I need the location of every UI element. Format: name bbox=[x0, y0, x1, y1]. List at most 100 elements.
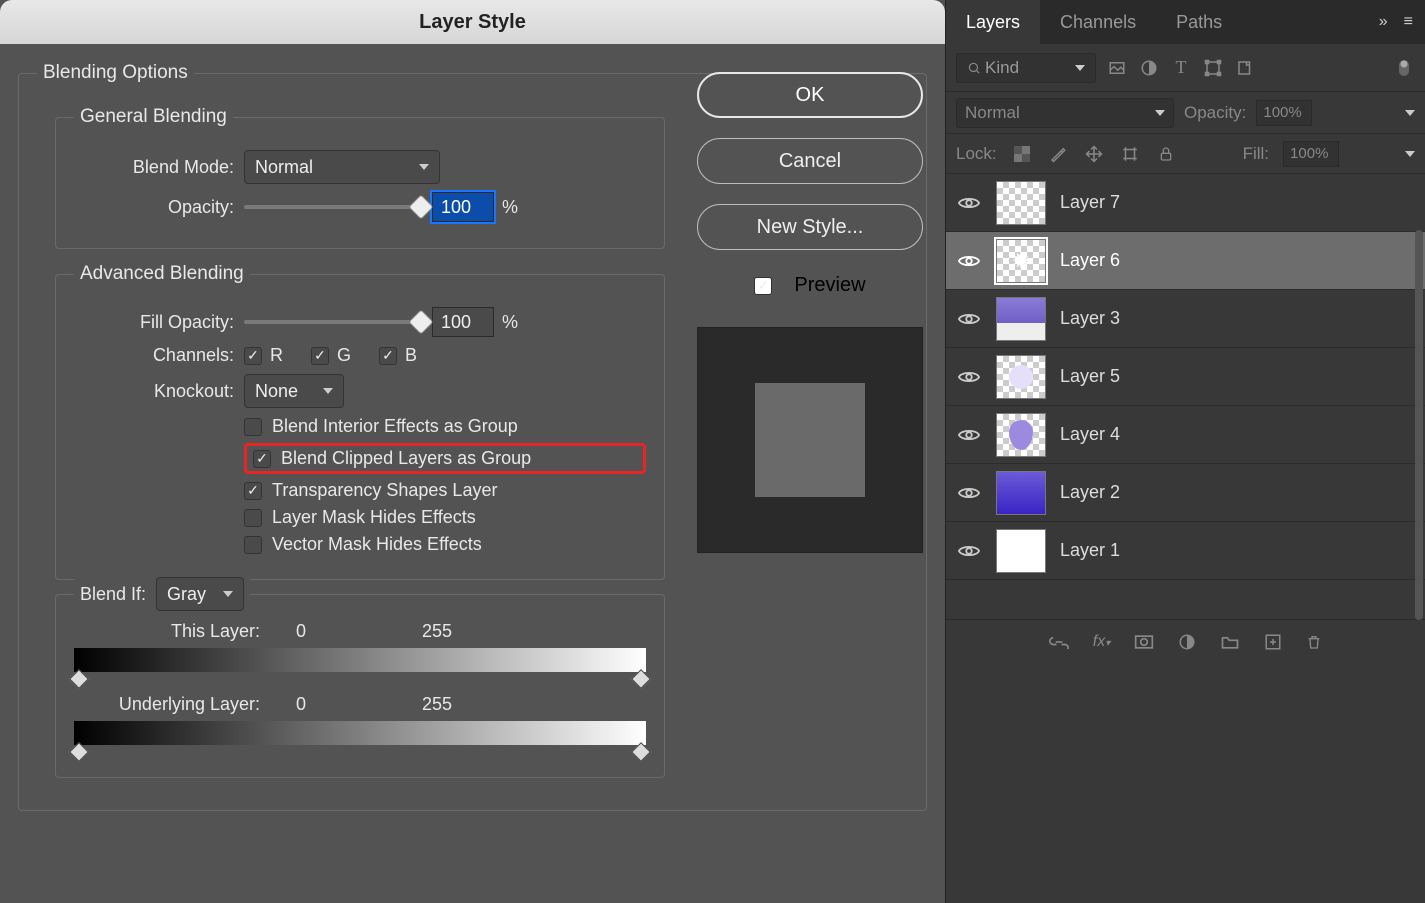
blend-mode-value: Normal bbox=[255, 157, 313, 178]
visibility-icon[interactable] bbox=[956, 538, 982, 564]
fill-opacity-label: Fill Opacity: bbox=[74, 312, 244, 333]
vector-mask-hides-checkbox[interactable] bbox=[244, 536, 262, 554]
blend-clipped-checkbox[interactable] bbox=[253, 450, 271, 468]
add-mask-icon[interactable] bbox=[1134, 634, 1154, 650]
underlying-black: 0 bbox=[296, 694, 306, 715]
channel-g-checkbox[interactable] bbox=[311, 347, 329, 365]
advanced-blending-group: Advanced Blending Fill Opacity: % Channe… bbox=[55, 263, 665, 580]
chevron-down-icon[interactable] bbox=[1405, 110, 1415, 116]
opacity-label: Opacity: bbox=[74, 197, 244, 218]
layer-thumbnail[interactable] bbox=[996, 413, 1046, 457]
new-style-button[interactable]: New Style... bbox=[697, 204, 923, 250]
channel-b-label: B bbox=[405, 345, 417, 366]
opacity-input[interactable] bbox=[432, 192, 494, 222]
filter-pixel-icon[interactable] bbox=[1106, 57, 1128, 79]
this-layer-gradient[interactable] bbox=[74, 648, 646, 672]
layer-thumbnail[interactable] bbox=[996, 529, 1046, 573]
knockout-select[interactable]: None bbox=[244, 374, 344, 408]
layer-thumbnail[interactable] bbox=[996, 297, 1046, 341]
new-layer-icon[interactable] bbox=[1264, 633, 1282, 651]
layer-thumbnail[interactable] bbox=[996, 471, 1046, 515]
layer-style-dialog: Layer Style Blending Options General Ble… bbox=[0, 0, 945, 903]
visibility-icon[interactable] bbox=[956, 306, 982, 332]
opacity-slider[interactable] bbox=[244, 201, 424, 213]
filter-adjustment-icon[interactable] bbox=[1138, 57, 1160, 79]
highlighted-option: Blend Clipped Layers as Group bbox=[244, 443, 646, 474]
layer-blend-mode-select[interactable]: Normal bbox=[956, 98, 1174, 128]
vector-mask-hides-label: Vector Mask Hides Effects bbox=[272, 534, 482, 555]
layer-effects-icon[interactable]: fx▾ bbox=[1093, 633, 1110, 651]
new-adjustment-icon[interactable] bbox=[1178, 633, 1196, 651]
filter-toggle-icon[interactable] bbox=[1393, 57, 1415, 79]
panel-menu-icon[interactable]: ≡ bbox=[1404, 13, 1413, 31]
layers-scrollbar[interactable] bbox=[1415, 230, 1423, 620]
blend-interior-checkbox[interactable] bbox=[244, 418, 262, 436]
layer-name: Layer 2 bbox=[1060, 482, 1120, 503]
blend-mode-select[interactable]: Normal bbox=[244, 150, 440, 184]
layer-name: Layer 4 bbox=[1060, 424, 1120, 445]
channel-r-checkbox[interactable] bbox=[244, 347, 262, 365]
panel-fill-input[interactable] bbox=[1283, 141, 1339, 167]
filter-kind-select[interactable]: Kind bbox=[956, 53, 1096, 83]
preview-checkbox[interactable] bbox=[754, 277, 772, 295]
tab-channels[interactable]: Channels bbox=[1040, 0, 1156, 44]
knockout-label: Knockout: bbox=[74, 381, 244, 402]
layer-filter-row: Kind T bbox=[946, 44, 1425, 92]
layer-name: Layer 7 bbox=[1060, 192, 1120, 213]
fill-opacity-input[interactable] bbox=[432, 307, 494, 337]
layer-row[interactable]: Layer 4 bbox=[946, 406, 1425, 464]
collapse-icon[interactable]: » bbox=[1379, 13, 1388, 31]
lock-transparency-icon[interactable] bbox=[1011, 143, 1033, 165]
visibility-icon[interactable] bbox=[956, 480, 982, 506]
chevron-down-icon bbox=[1155, 110, 1165, 116]
chevron-down-icon[interactable] bbox=[1405, 151, 1415, 157]
this-layer-black-handle[interactable] bbox=[69, 669, 89, 689]
layer-thumbnail[interactable] bbox=[996, 181, 1046, 225]
layer-row[interactable]: Layer 7 bbox=[946, 174, 1425, 232]
lock-position-icon[interactable] bbox=[1083, 143, 1105, 165]
tab-paths[interactable]: Paths bbox=[1156, 0, 1242, 44]
visibility-icon[interactable] bbox=[956, 422, 982, 448]
underlying-gradient[interactable] bbox=[74, 721, 646, 745]
channel-b-checkbox[interactable] bbox=[379, 347, 397, 365]
opacity-unit: % bbox=[502, 197, 518, 218]
chevron-down-icon bbox=[223, 591, 233, 597]
layer-thumbnail[interactable]: ✹ bbox=[996, 239, 1046, 283]
this-layer-white: 255 bbox=[422, 621, 452, 642]
tab-layers[interactable]: Layers bbox=[946, 0, 1040, 44]
delete-layer-icon[interactable] bbox=[1306, 633, 1322, 651]
transparency-shapes-checkbox[interactable] bbox=[244, 482, 262, 500]
panel-opacity-input[interactable] bbox=[1256, 100, 1312, 126]
layer-row[interactable]: Layer 3 bbox=[946, 290, 1425, 348]
fill-opacity-unit: % bbox=[502, 312, 518, 333]
ok-button[interactable]: OK bbox=[697, 72, 923, 118]
visibility-icon[interactable] bbox=[956, 364, 982, 390]
layer-mask-hides-checkbox[interactable] bbox=[244, 509, 262, 527]
filter-type-icon[interactable]: T bbox=[1170, 57, 1192, 79]
transparency-shapes-label: Transparency Shapes Layer bbox=[272, 480, 497, 501]
layer-row[interactable]: ✹ Layer 6 bbox=[946, 232, 1425, 290]
visibility-icon[interactable] bbox=[956, 248, 982, 274]
filter-shape-icon[interactable] bbox=[1202, 57, 1224, 79]
layer-thumbnail[interactable] bbox=[996, 355, 1046, 399]
lock-all-icon[interactable] bbox=[1155, 143, 1177, 165]
channel-g-label: G bbox=[337, 345, 351, 366]
this-layer-label: This Layer: bbox=[110, 621, 260, 642]
filter-smart-icon[interactable] bbox=[1234, 57, 1256, 79]
blending-options-legend: Blending Options bbox=[37, 62, 194, 84]
layer-row[interactable]: Layer 1 bbox=[946, 522, 1425, 580]
this-layer-white-handle[interactable] bbox=[631, 669, 651, 689]
cancel-button[interactable]: Cancel bbox=[697, 138, 923, 184]
blend-if-select[interactable]: Gray bbox=[156, 577, 244, 611]
blend-if-group: Blend If: Gray This Layer: 0 255 Unde bbox=[55, 594, 665, 778]
visibility-icon[interactable] bbox=[956, 190, 982, 216]
layer-row[interactable]: Layer 2 bbox=[946, 464, 1425, 522]
panel-fill-label: Fill: bbox=[1243, 144, 1269, 164]
lock-pixels-icon[interactable] bbox=[1047, 143, 1069, 165]
link-layers-icon[interactable] bbox=[1049, 635, 1069, 649]
layer-row[interactable]: Layer 5 bbox=[946, 348, 1425, 406]
advanced-blending-legend: Advanced Blending bbox=[74, 263, 250, 285]
fill-opacity-slider[interactable] bbox=[244, 316, 424, 328]
lock-artboard-icon[interactable] bbox=[1119, 143, 1141, 165]
new-group-icon[interactable] bbox=[1220, 634, 1240, 650]
